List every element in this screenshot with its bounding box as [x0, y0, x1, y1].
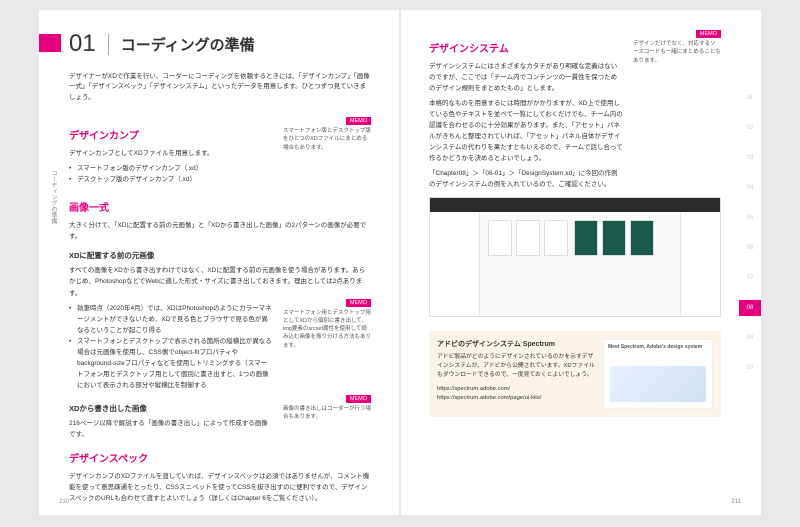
- screenshot-panel: [680, 212, 720, 316]
- sec-heading: デザインカンプ: [69, 127, 273, 142]
- chapter-tab-01[interactable]: 01: [739, 90, 761, 106]
- page-right: デザインシステム デザインシステムにはさまざまなカタチがあり明確な定義はないので…: [401, 10, 761, 515]
- chapter-tab-02[interactable]: 02: [739, 120, 761, 136]
- info-image-graphic: [610, 366, 706, 402]
- memo-body: 画像の書き出しはコーダーが行う場合もあります。: [283, 403, 371, 422]
- chapter-tab-10[interactable]: 10: [739, 360, 761, 376]
- list-item: スマートフォンとデスクトップで表示される箇所の縦横比が異なる場合は元画像を使用し…: [77, 336, 273, 391]
- chapter-number: 01: [69, 30, 96, 58]
- page-left: コーディングの準備 01 コーディングの準備 デザイナーがXDで作業を行い、コー…: [39, 10, 399, 515]
- info-url: https://spectrum.adobe.com/page/ui-kits/: [437, 394, 595, 403]
- section-design-comp: デザインカンプ デザインカンプとしてXDファイルを用意します。 スマートフォン版…: [69, 117, 371, 189]
- sec-heading: デザインシステム: [429, 40, 623, 55]
- bullet-block: 執筆時点（2020年4月）では、XDはPhotoshopのようにカラーマネージメ…: [69, 299, 371, 395]
- sub-heading: XDに配置する前の元画像: [69, 250, 371, 261]
- sec-heading: 画像一式: [69, 199, 371, 214]
- body-text: 大きく分けて、「XDに配置する前の元画像」と「XDから書き出した画像」の2パター…: [69, 220, 371, 242]
- body-text: 216ページ以降で解説する「画像の書き出し」によって作成する画像です。: [69, 418, 273, 440]
- info-image: Meet Spectrum, Adobe's design system: [603, 339, 713, 409]
- chapter-tab-05[interactable]: 05: [739, 210, 761, 226]
- body-text: デザインカンプとしてXDファイルを用意します。: [69, 148, 273, 159]
- chapter-tabs: 01 02 03 04 05 06 07 08 09 10: [739, 10, 761, 515]
- section-design-system: デザインシステム デザインシステムにはさまざまなカタチがあり明確な定義はないので…: [429, 30, 721, 191]
- info-body: アドビ製品がどのようにデザインされているのかを示すデザインシステムが、アドビから…: [437, 353, 595, 381]
- screenshot-toolbar: [430, 198, 720, 212]
- info-title: アドビのデザインシステム Spectrum: [437, 339, 595, 350]
- chapter-tab-09[interactable]: 09: [739, 330, 761, 346]
- side-label: コーディングの準備: [49, 170, 58, 224]
- memo-tag: MEMO: [346, 117, 371, 125]
- memo-tag: MEMO: [346, 395, 371, 403]
- sub-block: XDから書き出した画像 216ページ以降で解説する「画像の書き出し」によって作成…: [69, 395, 371, 440]
- memo-tag: MEMO: [346, 299, 371, 307]
- info-box-spectrum: アドビのデザインシステム Spectrum アドビ製品がどのようにデザインされて…: [429, 331, 721, 417]
- intro-text: デザイナーがXDで作業を行い、コーダーにコーディングを依頼するときには、「デザイ…: [69, 72, 371, 103]
- chapter-tab-07[interactable]: 07: [739, 270, 761, 286]
- sec-heading: デザインスペック: [69, 450, 371, 465]
- memo-body: スマートフォン用とデスクトップ用としてXDから個別に書き出して、img要素のsr…: [283, 307, 371, 350]
- body-text: すべての画像をXDから書き出すわけではなく、XDに配置する前の元画像を使う場合が…: [69, 265, 371, 298]
- chapter-tab-04[interactable]: 04: [739, 180, 761, 196]
- list-item: 執筆時点（2020年4月）では、XDはPhotoshopのようにカラーマネージメ…: [77, 303, 273, 336]
- page-number: 210: [59, 499, 69, 505]
- screenshot-canvas: [480, 212, 680, 316]
- screenshot-sidebar: [430, 212, 480, 316]
- memo-tag: MEMO: [696, 30, 721, 38]
- xd-screenshot: [429, 197, 721, 317]
- memo-body: スマートフォン版とデスクトップ版をひとつのXDファイルにまとめる場合もあります。: [283, 125, 371, 152]
- chapter-header: 01 コーディングの準備: [69, 30, 371, 58]
- sub-heading: XDから書き出した画像: [69, 403, 273, 414]
- page-spread: コーディングの準備 01 コーディングの準備 デザイナーがXDで作業を行い、コー…: [39, 10, 761, 515]
- body-text: 本格的なものを用意するには時間がかかりますが、XD上で使用している色やテキストを…: [429, 98, 623, 164]
- chapter-title: コーディングの準備: [108, 34, 255, 55]
- chapter-tab-06[interactable]: 06: [739, 240, 761, 256]
- body-text: デザインシステムにはさまざまなカタチがあり明確な定義はないのですが、ここでは「チ…: [429, 61, 623, 94]
- list-item: デスクトップ版のデザインカンプ（.xd）: [77, 174, 273, 185]
- chapter-tab-08[interactable]: 08: [739, 300, 761, 316]
- info-image-header: Meet Spectrum, Adobe's design system: [604, 340, 712, 354]
- body-text: デザインカンプのXDファイルを渡していれば、デザインスペックは必須ではありません…: [69, 471, 371, 504]
- memo-body: デザインだけでなく、対応するソースコードも一緒にまとめることもあります。: [633, 38, 721, 65]
- list-item: スマートフォン版のデザインカンプ（.xd）: [77, 163, 273, 174]
- chapter-tab-03[interactable]: 03: [739, 150, 761, 166]
- body-text: 「Chapter08」＞「08-01」＞「DesignSystem.xd」に今回…: [429, 168, 623, 190]
- info-url: https://spectrum.adobe.com/: [437, 385, 595, 394]
